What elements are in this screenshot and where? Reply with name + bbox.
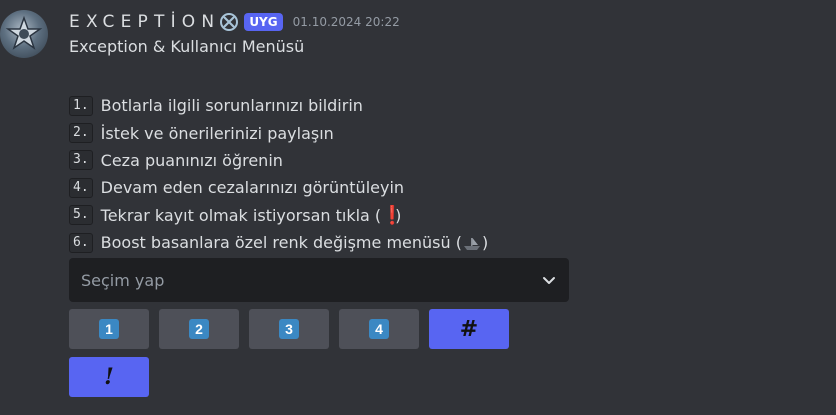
list-item: 2. İstek ve önerilerinizi paylaşın (69, 119, 488, 146)
exclamation-icon: ! (104, 364, 114, 390)
list-number: 2. (69, 123, 93, 144)
list-number: 5. (69, 205, 93, 226)
keycap-3-icon: 3 (279, 319, 299, 339)
list-item-text: Tekrar kayıt olmak istiyorsan tıkla ( (100, 205, 382, 225)
app-badge-icon (220, 13, 239, 31)
select-placeholder: Seçim yap (81, 270, 165, 290)
keycap-1-icon: 1 (99, 319, 119, 339)
list-item: 4. Devam eden cezalarınızı görüntüleyin (69, 174, 488, 201)
menu-list: 1. Botlarla ilgili sorunlarınızı bildiri… (69, 92, 488, 256)
list-item: 6. Boost basanlara özel renk değişme men… (69, 229, 488, 256)
list-item-text: Ceza puanınızı öğrenin (100, 150, 283, 170)
message-title: Exception & Kullanıcı Menüsü (69, 37, 305, 56)
exclamation-button[interactable]: ! (69, 357, 149, 397)
list-number: 3. (69, 150, 93, 171)
role-tag[interactable]: UYG (244, 13, 283, 31)
option-4-button[interactable]: 4 (339, 309, 419, 349)
list-item-suffix: ) (395, 205, 402, 225)
list-item-text: İstek ve önerilerinizi paylaşın (100, 123, 334, 143)
username[interactable]: EXCEPTİON (69, 12, 220, 32)
hash-button[interactable]: # (429, 309, 509, 349)
avatar[interactable] (0, 10, 48, 58)
keycap-4-icon: 4 (369, 319, 389, 339)
option-2-button[interactable]: 2 (159, 309, 239, 349)
list-item-text: Botlarla ilgili sorunlarınızı bildirin (100, 96, 363, 116)
list-item-suffix: ) (481, 233, 489, 253)
message-header: EXCEPTİON UYG 01.10.2024 20:22 (69, 10, 400, 34)
option-3-button[interactable]: 3 (249, 309, 329, 349)
list-number: 1. (69, 95, 93, 116)
list-item: 5. Tekrar kayıt olmak istiyorsan tıkla (… (69, 202, 488, 229)
list-item: 1. Botlarla ilgili sorunlarınızı bildiri… (69, 92, 488, 119)
list-item-text: Boost basanlara özel renk değişme menüsü… (100, 233, 462, 253)
button-row-2: ! (69, 357, 149, 397)
list-number: 6. (69, 232, 93, 253)
select-menu[interactable]: Seçim yap (69, 258, 569, 302)
list-item: 3. Ceza puanınızı öğrenin (69, 147, 488, 174)
keycap-2-icon: 2 (189, 319, 209, 339)
button-row-1: 1 2 3 4 # (69, 309, 509, 349)
list-number: 4. (69, 177, 93, 198)
option-1-button[interactable]: 1 (69, 309, 149, 349)
exclamation-emoji-icon: ❗ (381, 204, 404, 226)
list-item-text: Devam eden cezalarınızı görüntüleyin (100, 178, 405, 198)
hash-icon: # (459, 316, 479, 342)
timestamp: 01.10.2024 20:22 (292, 15, 400, 29)
boat-emoji-icon (463, 237, 480, 250)
chevron-down-icon (543, 277, 555, 284)
